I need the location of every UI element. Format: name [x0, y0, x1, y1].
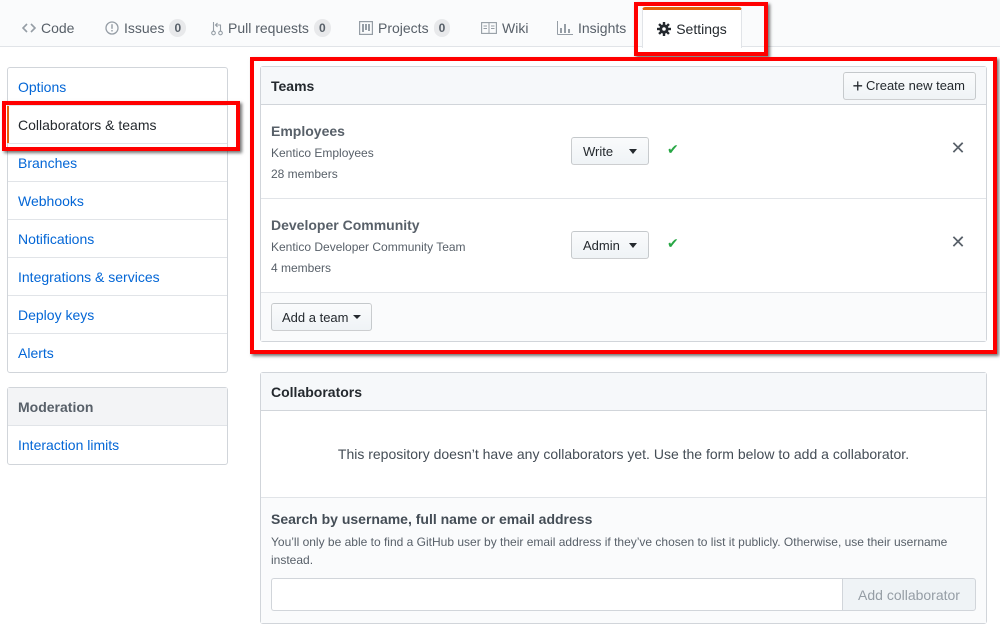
search-input-group: Add collaborator [271, 578, 976, 611]
add-team-label: Add a team [282, 309, 349, 325]
sidebar-item-interaction-limits[interactable]: Interaction limits [8, 426, 227, 464]
plus-icon: + [852, 75, 863, 96]
team-name[interactable]: Developer Community [271, 217, 420, 233]
caret-down-icon [629, 149, 637, 154]
caret-down-icon [352, 315, 361, 319]
collaborators-title: Collaborators [271, 383, 363, 400]
tab-insights[interactable]: Insights [557, 17, 626, 39]
teams-footer: Add a team [261, 293, 986, 341]
teams-title: Teams [271, 77, 315, 94]
teams-header: Teams + Create new team [261, 67, 986, 105]
pull-request-icon [211, 20, 223, 36]
settings-menu: Options Collaborators & teams Branches W… [7, 67, 228, 373]
graph-icon [557, 21, 573, 35]
check-icon: ✔ [667, 141, 679, 157]
repo-nav: Code Issues 0 Pull requests 0 Projects 0… [0, 0, 1000, 48]
team-description: Kentico Developer Community Team [271, 240, 466, 254]
team-members-count: 28 members [271, 167, 338, 181]
collaborators-header: Collaborators [261, 373, 986, 411]
sidebar-item-collaborators-teams[interactable]: Collaborators & teams [7, 106, 227, 144]
tab-settings[interactable]: Settings [642, 7, 742, 48]
book-icon [481, 22, 497, 34]
permission-value: Admin [583, 237, 620, 253]
projects-count: 0 [433, 19, 451, 37]
project-icon [359, 21, 373, 35]
team-description: Kentico Employees [271, 146, 374, 160]
sidebar-item-alerts[interactable]: Alerts [8, 334, 227, 372]
gear-icon [657, 22, 672, 36]
remove-team-icon[interactable]: ✕ [950, 233, 966, 251]
add-team-button[interactable]: Add a team [271, 303, 372, 331]
tab-code[interactable]: Code [22, 17, 74, 39]
add-collaborator-form: Search by username, full name or email a… [261, 498, 986, 623]
tab-pull-requests[interactable]: Pull requests 0 [211, 17, 331, 39]
tab-label: Wiki [502, 20, 529, 36]
permission-select[interactable]: Admin [571, 231, 649, 259]
issues-count: 0 [169, 19, 187, 37]
tab-label: Projects [378, 20, 429, 36]
sidebar-item-webhooks[interactable]: Webhooks [8, 182, 227, 220]
tab-label: Settings [676, 21, 727, 37]
pull-requests-count: 0 [313, 19, 331, 37]
tab-label: Issues [124, 20, 165, 36]
team-members-count: 4 members [271, 261, 332, 275]
team-name[interactable]: Employees [271, 123, 345, 139]
sidebar-item-integrations[interactable]: Integrations & services [8, 258, 227, 296]
tab-projects[interactable]: Projects 0 [359, 17, 451, 39]
tab-label: Pull requests [228, 20, 309, 36]
moderation-menu: Moderation Interaction limits [7, 387, 228, 465]
tab-wiki[interactable]: Wiki [481, 17, 528, 39]
tab-label: Code [41, 20, 75, 36]
collaborator-search-input[interactable] [271, 578, 842, 611]
permission-select[interactable]: Write [571, 137, 649, 165]
moderation-heading: Moderation [8, 388, 227, 426]
collaborators-box: Collaborators This repository doesn’t ha… [260, 372, 987, 624]
sidebar-item-options[interactable]: Options [8, 68, 227, 106]
team-row: Developer Community Kentico Developer Co… [261, 199, 986, 293]
sidebar-item-branches[interactable]: Branches [8, 144, 227, 182]
caret-down-icon [629, 243, 637, 248]
code-icon [22, 22, 36, 34]
search-note: You’ll only be able to find a GitHub use… [271, 535, 948, 567]
create-new-team-button[interactable]: + Create new team [843, 71, 976, 100]
add-collaborator-button[interactable]: Add collaborator [842, 578, 976, 611]
teams-box: Teams + Create new team Employees Kentic… [260, 66, 987, 342]
remove-team-icon[interactable]: ✕ [950, 139, 966, 157]
collaborators-empty-message: This repository doesn’t have any collabo… [261, 411, 986, 498]
team-row: Employees Kentico Employees 28 members W… [261, 105, 986, 199]
tab-issues[interactable]: Issues 0 [105, 17, 187, 39]
permission-value: Write [583, 143, 614, 159]
sidebar-item-deploy-keys[interactable]: Deploy keys [8, 296, 227, 334]
issue-icon [105, 21, 119, 35]
create-new-team-label: Create new team [866, 78, 965, 93]
check-icon: ✔ [667, 235, 679, 251]
tab-label: Insights [578, 20, 627, 36]
search-label: Search by username, full name or email a… [271, 511, 593, 527]
sidebar-item-notifications[interactable]: Notifications [8, 220, 227, 258]
